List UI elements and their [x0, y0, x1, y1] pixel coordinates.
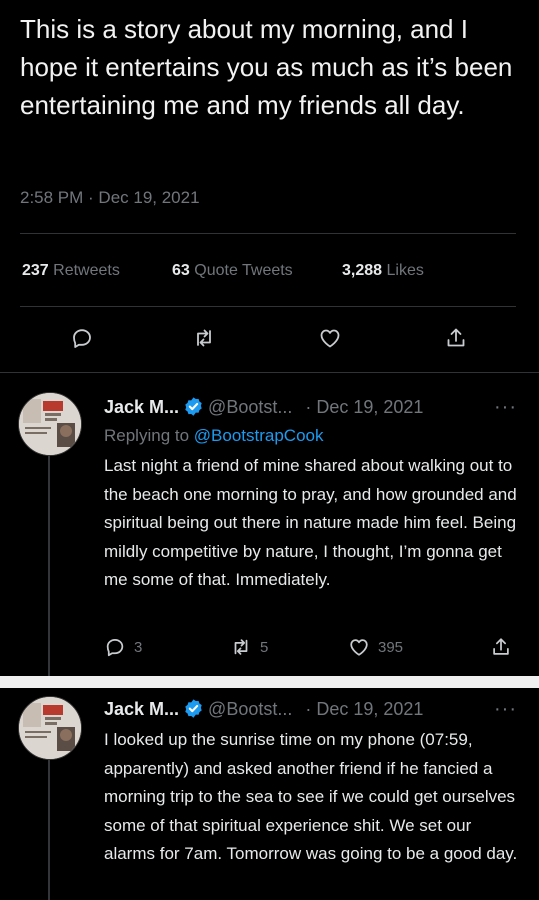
- tweet-timestamp[interactable]: 2:58 PM · Dec 19, 2021: [20, 188, 200, 208]
- retweet-icon: [197, 329, 211, 347]
- screenshot-splice-bar: [0, 676, 539, 688]
- divider: [0, 372, 539, 373]
- like-icon: [350, 639, 368, 656]
- retweet-button[interactable]: [186, 320, 222, 356]
- more-options-icon[interactable]: ···: [494, 396, 517, 419]
- share-icon: [447, 328, 465, 347]
- likes-count: 3,288: [342, 262, 383, 279]
- reply-date[interactable]: · Dec 19, 2021: [305, 397, 423, 417]
- retweet-button[interactable]: 5: [230, 636, 268, 658]
- quote-tweets-stat[interactable]: 63 Quote Tweets: [172, 262, 293, 280]
- like-icon: [320, 329, 340, 348]
- divider: [20, 233, 516, 234]
- author-name[interactable]: Jack M...: [104, 699, 179, 719]
- reply-header: Jack M... @Bootst... · Dec 19, 2021: [104, 698, 423, 724]
- main-tweet-text: This is a story about my morning, and I …: [20, 14, 513, 120]
- retweets-stat[interactable]: 237 Retweets: [22, 262, 120, 280]
- retweet-icon: [234, 639, 248, 655]
- like-button[interactable]: [312, 320, 348, 356]
- reply-button[interactable]: [64, 320, 100, 356]
- retweets-label: Retweets: [53, 262, 120, 279]
- quote-tweets-count: 63: [172, 262, 190, 279]
- verified-badge-icon: [183, 396, 204, 422]
- author-handle[interactable]: @Bootst...: [208, 699, 292, 719]
- divider: [20, 306, 516, 307]
- likes-label: Likes: [386, 262, 424, 279]
- replying-to: Replying to @BootstrapCook: [104, 426, 324, 446]
- author-name[interactable]: Jack M...: [104, 397, 179, 417]
- reply-icon: [106, 638, 124, 657]
- retweets-count: 237: [22, 262, 49, 279]
- reply-header: Jack M... @Bootst... · Dec 19, 2021: [104, 396, 423, 422]
- reply-button[interactable]: 3: [104, 636, 142, 658]
- likes-stat[interactable]: 3,288 Likes: [342, 262, 424, 280]
- reply-count: 3: [134, 638, 143, 656]
- like-count: 395: [378, 638, 404, 656]
- author-handle[interactable]: @Bootst...: [208, 397, 292, 417]
- thread-line: [48, 760, 50, 900]
- reply-date[interactable]: · Dec 19, 2021: [305, 699, 423, 719]
- reply-text: I looked up the sunrise time on my phone…: [104, 730, 518, 863]
- like-button[interactable]: 395: [348, 636, 403, 658]
- tweet-action-bar: [0, 320, 539, 364]
- reply-text: Last night a friend of mine shared about…: [104, 456, 517, 589]
- verified-badge-icon: [183, 698, 204, 724]
- share-button[interactable]: [490, 636, 520, 658]
- reply-action-bar: 3 5 395: [0, 636, 539, 666]
- avatar[interactable]: [18, 392, 82, 456]
- avatar-image: [19, 697, 81, 759]
- replying-prefix: Replying to: [104, 426, 194, 445]
- share-icon: [493, 638, 509, 655]
- quote-tweets-label: Quote Tweets: [194, 262, 293, 279]
- replying-mention-link[interactable]: @BootstrapCook: [194, 426, 324, 445]
- avatar[interactable]: [18, 696, 82, 760]
- reply-icon: [73, 329, 91, 348]
- share-button[interactable]: [438, 320, 474, 356]
- retweet-count: 5: [260, 638, 269, 656]
- more-options-icon[interactable]: ···: [494, 698, 517, 721]
- avatar-image: [19, 393, 81, 455]
